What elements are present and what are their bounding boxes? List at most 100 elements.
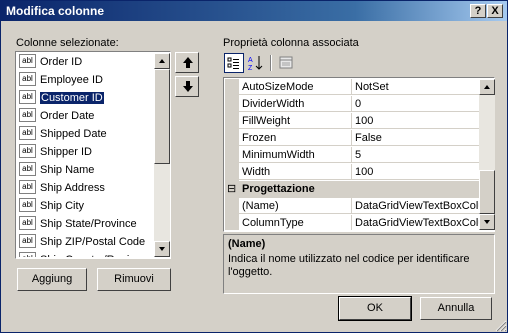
property-row[interactable]: AutoSizeMode NotSet	[225, 79, 480, 96]
column-list-item[interactable]: abl Order ID	[19, 53, 82, 71]
scroll-thumb[interactable]	[154, 69, 170, 164]
column-label: Ship Name	[40, 164, 95, 176]
move-up-button[interactable]	[175, 52, 199, 73]
description-title: (Name)	[228, 238, 266, 250]
column-list-item[interactable]: abl Shipper ID	[19, 143, 92, 161]
column-label: Shipped Date	[40, 128, 107, 140]
arrow-up-icon	[484, 85, 490, 89]
column-label: Ship Country/Region	[40, 254, 142, 257]
textbox-column-icon: abl	[19, 162, 36, 177]
property-row[interactable]: DividerWidth 0	[225, 96, 480, 113]
property-name: MinimumWidth	[239, 147, 352, 163]
property-value[interactable]: False	[352, 130, 480, 146]
column-label: Order ID	[40, 56, 83, 68]
column-label: Shipper ID	[40, 146, 92, 158]
toolbar-separator	[270, 55, 272, 71]
sort-az-icon: A Z	[248, 56, 263, 72]
description-text: Indica il nome utilizzato nel codice per…	[228, 253, 470, 278]
column-list-item[interactable]: abl Ship City	[19, 197, 84, 215]
column-label: Customer ID	[39, 91, 105, 105]
scroll-down-button[interactable]	[479, 214, 495, 230]
textbox-column-icon: abl	[19, 108, 36, 123]
property-value[interactable]: DataGridViewTextBoxColu	[352, 215, 480, 230]
columns-listbox[interactable]: abl Order ID abl Employee ID abl Customer ID a…	[15, 51, 171, 259]
scroll-up-button[interactable]	[154, 53, 170, 69]
property-row[interactable]: FillWeight 100	[225, 113, 480, 130]
cancel-button[interactable]: Annulla	[420, 297, 492, 320]
property-pages-button[interactable]	[276, 53, 296, 73]
textbox-column-icon: abl	[19, 54, 36, 69]
arrow-down-icon	[159, 247, 165, 251]
column-list-item[interactable]: abl Employee ID	[19, 71, 103, 89]
column-list-item[interactable]: abl Ship State/Province	[19, 215, 137, 233]
scroll-up-button[interactable]	[479, 79, 495, 95]
categorized-icon	[227, 57, 239, 69]
property-name: DividerWidth	[239, 96, 352, 112]
column-list-item[interactable]: abl Order Date	[19, 107, 94, 125]
property-value[interactable]: 5	[352, 147, 480, 163]
property-toolbar: A Z	[223, 52, 494, 76]
column-list-item[interactable]: abl Ship Name	[19, 161, 94, 179]
properties-label: Proprietà colonna associata	[223, 37, 359, 49]
arrow-down-icon	[484, 220, 490, 224]
remove-button[interactable]: Rimuovi	[97, 268, 171, 291]
property-value[interactable]: 100	[352, 113, 480, 129]
scroll-down-button[interactable]	[154, 241, 170, 257]
property-row[interactable]: Frozen False	[225, 130, 480, 147]
textbox-column-icon: abl	[19, 252, 36, 257]
textbox-column-icon: abl	[19, 144, 36, 159]
column-list-item[interactable]: abl Customer ID	[19, 89, 105, 107]
textbox-column-icon: abl	[19, 126, 36, 141]
column-list-item[interactable]: abl Shipped Date	[19, 125, 107, 143]
move-down-button[interactable]	[175, 76, 199, 97]
columns-scrollbar[interactable]	[154, 53, 170, 257]
arrow-stem	[186, 63, 190, 68]
property-row[interactable]: (Name) DataGridViewTextBoxColu	[225, 198, 480, 215]
textbox-column-icon: abl	[19, 180, 36, 195]
ok-button[interactable]: OK	[338, 296, 412, 321]
resize-grip-icon[interactable]	[495, 320, 507, 332]
column-list-item[interactable]: abl Ship ZIP/Postal Code	[19, 233, 145, 251]
category-label: Progettazione	[242, 183, 315, 195]
property-name: Width	[239, 164, 352, 180]
arrow-up-icon	[159, 59, 165, 63]
property-value[interactable]: 100	[352, 164, 480, 180]
textbox-column-icon: abl	[19, 90, 36, 105]
property-value[interactable]: NotSet	[352, 79, 480, 95]
property-row[interactable]: ColumnType DataGridViewTextBoxColu	[225, 215, 480, 230]
svg-text:Z: Z	[248, 65, 253, 72]
categorized-button[interactable]	[224, 53, 244, 73]
arrow-down-icon	[183, 86, 193, 92]
add-button[interactable]: Aggiung	[17, 268, 87, 291]
property-value[interactable]: DataGridViewTextBoxColu	[352, 198, 480, 214]
property-name: FillWeight	[239, 113, 352, 129]
property-grid[interactable]: AutoSizeMode NotSet DividerWidth 0 FillWeigh…	[223, 77, 495, 232]
textbox-column-icon: abl	[19, 72, 36, 87]
close-button[interactable]: X	[487, 4, 503, 18]
alphabetical-button[interactable]: A Z	[246, 53, 266, 73]
title-bar: Modifica colonne ? X	[1, 1, 507, 21]
textbox-column-icon: abl	[19, 216, 36, 231]
property-scrollbar[interactable]	[479, 79, 495, 230]
column-label: Ship Address	[40, 182, 105, 194]
property-row[interactable]: MinimumWidth 5	[225, 147, 480, 164]
column-label: Employee ID	[40, 74, 103, 86]
column-label: Ship State/Province	[40, 218, 137, 230]
column-label: Ship City	[40, 200, 85, 212]
column-list-item[interactable]: abl Ship Address	[19, 179, 105, 197]
window-title: Modifica colonne	[6, 4, 105, 18]
property-value[interactable]: 0	[352, 96, 480, 112]
column-list-item[interactable]: abl Ship Country/Region	[19, 251, 142, 257]
property-row[interactable]: Width 100	[225, 164, 480, 181]
property-name: ColumnType	[239, 215, 352, 230]
column-label: Order Date	[40, 110, 95, 122]
property-name: AutoSizeMode	[239, 79, 352, 95]
textbox-column-icon: abl	[19, 234, 36, 249]
property-pages-icon	[279, 56, 293, 69]
scroll-thumb[interactable]	[479, 170, 495, 214]
help-button[interactable]: ?	[470, 4, 486, 18]
dialog-window: Modifica colonne ? X Colonne selezionate…	[0, 0, 508, 333]
category-header[interactable]: ⊟ Progettazione	[225, 181, 480, 198]
description-panel: (Name) Indica il nome utilizzato nel cod…	[223, 234, 495, 294]
collapse-icon[interactable]: ⊟	[227, 181, 236, 197]
